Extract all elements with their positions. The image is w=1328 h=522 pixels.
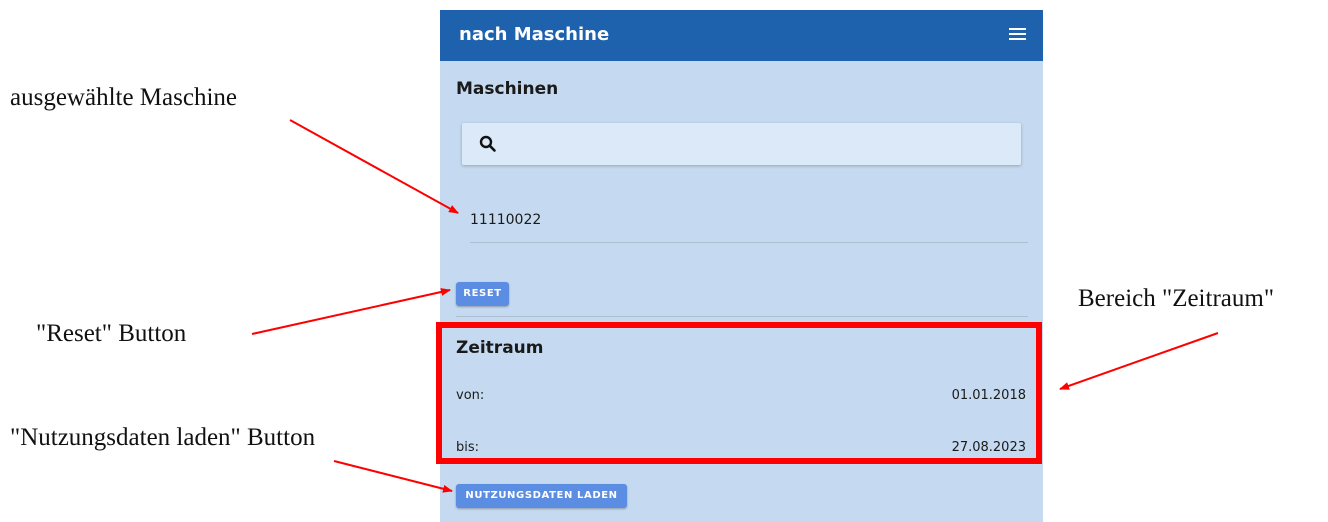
arrow-reset-button: [251, 288, 451, 335]
arrow-load-button: [333, 460, 453, 493]
arrow-period-area: [1059, 332, 1219, 390]
annotation-arrows: [251, 119, 1219, 493]
arrow-selected-machine: [289, 119, 459, 214]
